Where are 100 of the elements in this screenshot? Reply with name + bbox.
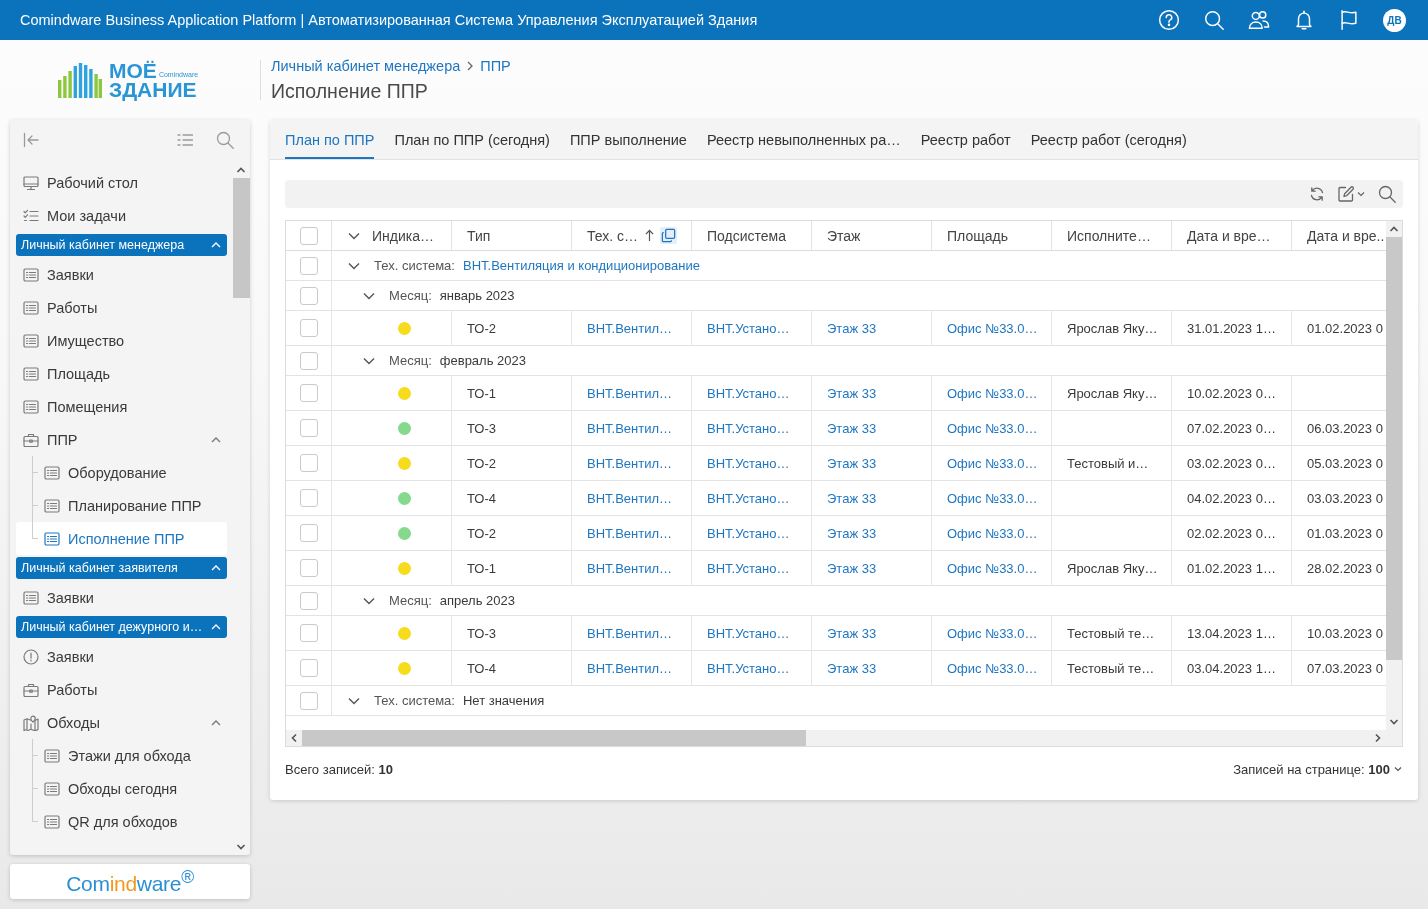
row-checkbox[interactable] [299, 691, 318, 710]
tab[interactable]: Реестр работ (сегодня) [1030, 120, 1187, 159]
row-checkbox[interactable] [299, 591, 318, 610]
table-link[interactable]: Офис №33.0… [947, 420, 1038, 436]
copy-icon[interactable] [660, 227, 678, 244]
table-link[interactable]: ВНТ.Устано… [707, 560, 790, 576]
sidebar-item[interactable]: Обходы [16, 706, 227, 739]
row-checkbox[interactable] [299, 419, 318, 437]
table-link[interactable]: Этаж 33 [827, 385, 877, 401]
column-header[interactable]: Тех. с… [572, 221, 692, 250]
table-link[interactable]: Офис №33.0… [947, 625, 1038, 641]
row-checkbox[interactable] [299, 524, 318, 542]
column-header[interactable]: Площадь [932, 221, 1052, 250]
row-checkbox[interactable] [299, 286, 318, 305]
column-header[interactable]: Исполните… [1052, 221, 1172, 250]
table-link[interactable]: ВНТ.Вентил… [587, 490, 673, 506]
search-icon[interactable] [1203, 9, 1225, 31]
row-checkbox[interactable] [299, 624, 318, 642]
table-link[interactable]: ВНТ.Вентил… [587, 455, 673, 471]
sidebar-item[interactable]: Этажи для обхода [16, 739, 227, 772]
column-header[interactable]: Индика… [332, 221, 452, 250]
table-link[interactable]: Офис №33.0… [947, 455, 1038, 471]
section-header[interactable]: Личный кабинет дежурного и… [16, 616, 227, 638]
collapse-left-icon[interactable] [23, 132, 39, 148]
table-link[interactable]: ВНТ.Вентил… [587, 660, 673, 676]
caret-down-icon[interactable] [1356, 189, 1366, 199]
search-icon[interactable] [216, 131, 234, 149]
table-link[interactable]: ВНТ.Устано… [707, 525, 790, 541]
refresh-icon[interactable] [1309, 186, 1325, 202]
table-link[interactable]: ВНТ.Устано… [707, 625, 790, 641]
horizontal-scrollbar[interactable] [286, 730, 1386, 746]
table-link[interactable]: Офис №33.0… [947, 385, 1038, 401]
sidebar-item[interactable]: Работы [16, 673, 227, 706]
edit-icon[interactable] [1337, 185, 1355, 203]
group-link[interactable]: ВНТ.Вентиляция и кондиционирование [462, 258, 700, 273]
section-header[interactable]: Личный кабинет заявителя [16, 557, 227, 579]
table-link[interactable]: Этаж 33 [827, 490, 877, 506]
scrollbar-thumb[interactable] [233, 178, 250, 298]
help-icon[interactable] [1158, 9, 1180, 31]
breadcrumb-link[interactable]: Личный кабинет менеджера [271, 58, 461, 74]
row-checkbox[interactable] [299, 319, 318, 337]
table-link[interactable]: ВНТ.Устано… [707, 420, 790, 436]
page-size-dropdown[interactable]: Записей на странице: 100 [1233, 761, 1403, 777]
users-icon[interactable] [1248, 9, 1270, 31]
table-link[interactable]: ВНТ.Вентил… [587, 320, 673, 336]
flag-icon[interactable] [1338, 9, 1360, 31]
table-link[interactable]: Офис №33.0… [947, 560, 1038, 576]
table-link[interactable]: ВНТ.Устано… [707, 660, 790, 676]
user-avatar[interactable]: ДВ [1383, 8, 1406, 32]
bell-icon[interactable] [1293, 9, 1315, 31]
table-link[interactable]: Этаж 33 [827, 320, 877, 336]
row-checkbox[interactable] [299, 659, 318, 677]
row-checkbox[interactable] [299, 384, 318, 402]
breadcrumb-link[interactable]: ППР [480, 58, 511, 74]
section-header[interactable]: Личный кабинет менеджера [16, 234, 227, 256]
vertical-scrollbar[interactable] [1386, 221, 1402, 730]
sidebar-item[interactable]: Заявки [16, 640, 227, 673]
table-link[interactable]: Офис №33.0… [947, 525, 1038, 541]
table-link[interactable]: Этаж 33 [827, 625, 877, 641]
row-checkbox[interactable] [299, 351, 318, 370]
column-header[interactable]: Тип [452, 221, 572, 250]
sidebar-item[interactable]: Обходы сегодня [16, 772, 227, 805]
sidebar-item[interactable]: ППР [16, 423, 227, 456]
scrollbar-thumb[interactable] [302, 730, 806, 746]
table-link[interactable]: Этаж 33 [827, 455, 877, 471]
sidebar-item[interactable]: Работы [16, 291, 227, 324]
select-all-checkbox[interactable] [299, 226, 318, 245]
sidebar-item[interactable]: QR для обходов [16, 805, 227, 838]
table-link[interactable]: Офис №33.0… [947, 320, 1038, 336]
table-link[interactable]: ВНТ.Устано… [707, 320, 790, 336]
column-header[interactable]: Дата и вре… [1172, 221, 1292, 250]
column-header[interactable]: Подсистема [692, 221, 812, 250]
arrow-up-icon[interactable] [644, 229, 656, 242]
tab[interactable]: План по ППР (сегодня) [394, 120, 550, 159]
row-checkbox[interactable] [299, 489, 318, 507]
table-link[interactable]: ВНТ.Вентил… [587, 385, 673, 401]
table-link[interactable]: ВНТ.Устано… [707, 490, 790, 506]
sidebar-item[interactable]: Площадь [16, 357, 227, 390]
table-link[interactable]: Этаж 33 [827, 560, 877, 576]
row-checkbox[interactable] [299, 454, 318, 472]
table-link[interactable]: ВНТ.Вентил… [587, 560, 673, 576]
table-link[interactable]: Этаж 33 [827, 660, 877, 676]
table-link[interactable]: ВНТ.Устано… [707, 385, 790, 401]
tab[interactable]: Реестр работ [920, 120, 1011, 159]
table-link[interactable]: ВНТ.Устано… [707, 455, 790, 471]
tab[interactable]: ППР выполнение [569, 120, 687, 159]
sidebar-item[interactable]: Рабочий стол [16, 166, 227, 199]
sidebar-item[interactable]: Оборудование [16, 456, 227, 489]
search-icon[interactable] [1378, 185, 1396, 203]
table-link[interactable]: ВНТ.Вентил… [587, 420, 673, 436]
tab[interactable]: Реестр невыполненных ра… [706, 120, 901, 159]
column-header[interactable]: Этаж [812, 221, 932, 250]
table-link[interactable]: ВНТ.Вентил… [587, 625, 673, 641]
sidebar-item[interactable]: Помещения [16, 390, 227, 423]
table-link[interactable]: Этаж 33 [827, 525, 877, 541]
scrollbar-thumb[interactable] [1386, 237, 1402, 660]
table-link[interactable]: Офис №33.0… [947, 660, 1038, 676]
tab[interactable]: План по ППР [285, 120, 375, 159]
sidebar-item[interactable]: Имущество [16, 324, 227, 357]
table-link[interactable]: Офис №33.0… [947, 490, 1038, 506]
